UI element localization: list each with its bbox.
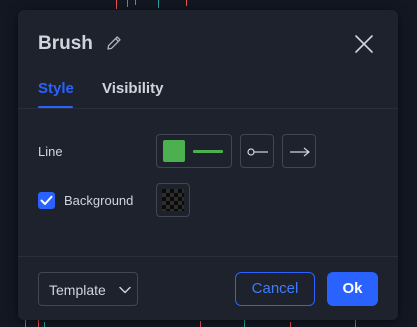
candle-wick [38,319,39,327]
chart-candles-top [0,0,417,10]
pencil-icon[interactable] [105,34,123,52]
checkmark-icon [40,195,53,205]
candle-wick [244,319,245,327]
divider [18,108,398,109]
line-style-preview [193,150,223,153]
background-color-button[interactable] [156,183,190,217]
close-icon[interactable] [354,34,374,54]
dialog-header: Brush [18,10,398,74]
candle-wick [200,321,201,327]
template-label: Template [49,282,106,298]
candle-wick [186,0,187,6]
chart-background: Brush Style Visibility Line Background T… [0,0,417,327]
candle-wick [158,0,159,8]
line-start-circle-icon [247,148,268,156]
background-checkbox[interactable] [38,192,55,209]
candle-wick [116,0,117,9]
tab-style[interactable]: Style [38,79,74,99]
line-end-button[interactable] [282,134,316,168]
candle-wick [44,322,45,327]
candle-wick [25,320,26,327]
chevron-down-icon [119,286,131,294]
line-end-arrow-icon [290,147,310,157]
line-color-style-button[interactable] [156,134,232,168]
background-label: Background [64,193,134,208]
candle-wick [290,322,291,327]
candle-wick [127,0,128,7]
dialog-title: Brush [38,33,93,54]
transparent-swatch [162,189,184,211]
line-start-button[interactable] [240,134,274,168]
brush-settings-dialog: Brush Style Visibility Line Background T… [18,10,398,320]
tab-visibility[interactable]: Visibility [102,79,163,99]
candle-wick [355,320,356,327]
template-dropdown[interactable]: Template [38,272,138,306]
ok-button[interactable]: Ok [327,272,378,306]
candle-wick [135,0,136,5]
line-label: Line [38,144,63,159]
divider [18,256,398,257]
cancel-button[interactable]: Cancel [235,272,315,306]
line-color-swatch [163,140,185,162]
